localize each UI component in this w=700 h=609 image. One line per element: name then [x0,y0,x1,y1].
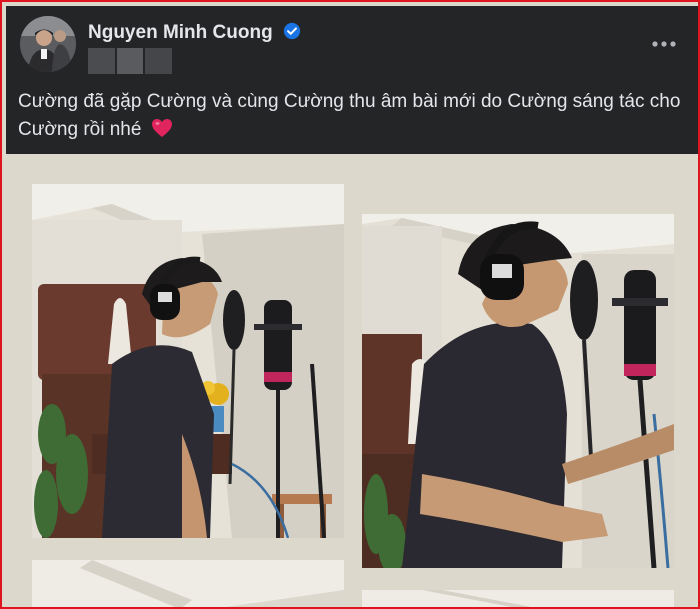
red-heart-icon [151,119,172,137]
avatar-image [20,16,76,72]
caption-text: Cường đã gặp Cường và cùng Cường thu âm … [18,91,681,140]
photo-2[interactable] [362,214,674,568]
post-caption: Cường đã gặp Cường và cùng Cường thu âm … [18,88,686,144]
timestamp-redacted [88,48,173,74]
author-avatar[interactable] [20,16,76,72]
singer-photo-image [32,184,344,538]
verified-badge-icon [283,22,301,40]
photo-1[interactable] [32,184,344,538]
photo-collage [4,154,698,607]
ceiling-image [32,560,344,607]
photo-4[interactable] [362,590,674,607]
post-header: Nguyen Minh Cuong Cường đã gặp Cường và … [6,6,698,154]
more-options-button[interactable] [646,30,682,58]
photo-3[interactable] [32,560,344,607]
more-options-icon [652,41,676,47]
singer-closeup-image [362,214,674,568]
ceiling-image [362,590,674,607]
author-name[interactable]: Nguyen Minh Cuong [88,22,273,44]
post-screenshot: Nguyen Minh Cuong Cường đã gặp Cường và … [0,0,700,609]
